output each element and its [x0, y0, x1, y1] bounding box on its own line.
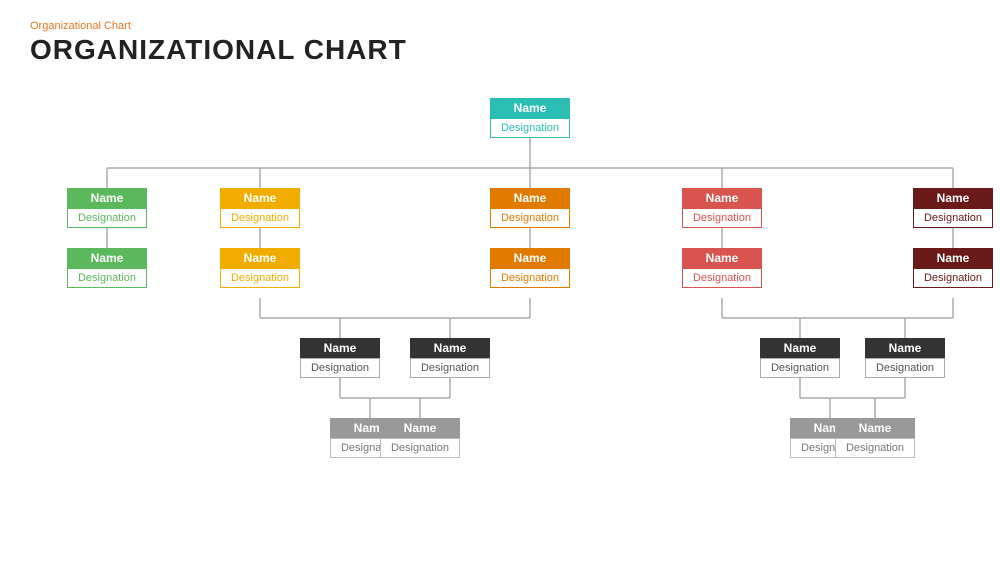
chart-area: Name Designation Name Designation Name D…	[30, 80, 970, 540]
node-l4-4-designation: Designation	[835, 438, 915, 458]
node-l3-1-designation: Designation	[300, 358, 380, 378]
node-l3-3-designation: Designation	[760, 358, 840, 378]
node-l1-5-designation: Designation	[913, 208, 993, 228]
node-l3-2: Name Designation	[410, 338, 490, 378]
subtitle: Organizational Chart	[30, 20, 970, 32]
node-l1-5: Name Designation	[913, 188, 993, 228]
node-l1-4-designation: Designation	[682, 208, 762, 228]
node-l1-2-name: Name	[220, 188, 300, 208]
node-l4-2: Name Designation	[380, 418, 460, 458]
node-l2-2-name: Name	[220, 248, 300, 268]
node-l2-4-name: Name	[682, 248, 762, 268]
node-l2-3: Name Designation	[490, 248, 570, 288]
node-root: Name Designation	[490, 98, 570, 138]
node-l2-2-designation: Designation	[220, 268, 300, 288]
node-l3-4-designation: Designation	[865, 358, 945, 378]
node-l2-1-designation: Designation	[67, 268, 147, 288]
node-l3-4: Name Designation	[865, 338, 945, 378]
node-root-designation: Designation	[490, 118, 570, 138]
node-l2-3-designation: Designation	[490, 268, 570, 288]
page: Organizational Chart ORGANIZATIONAL CHAR…	[0, 0, 1000, 563]
node-l2-3-name: Name	[490, 248, 570, 268]
node-l1-1: Name Designation	[67, 188, 147, 228]
node-l3-2-designation: Designation	[410, 358, 490, 378]
node-l3-2-name: Name	[410, 338, 490, 358]
node-l4-4-name: Name	[835, 418, 915, 438]
node-l2-5-name: Name	[913, 248, 993, 268]
node-l2-4: Name Designation	[682, 248, 762, 288]
connectors-svg	[30, 80, 970, 540]
node-l2-1-name: Name	[67, 248, 147, 268]
node-l1-1-name: Name	[67, 188, 147, 208]
node-l1-5-name: Name	[913, 188, 993, 208]
node-l1-4-name: Name	[682, 188, 762, 208]
node-l1-4: Name Designation	[682, 188, 762, 228]
node-l3-3: Name Designation	[760, 338, 840, 378]
node-l4-2-name: Name	[380, 418, 460, 438]
node-l3-4-name: Name	[865, 338, 945, 358]
main-title: ORGANIZATIONAL CHART	[30, 34, 970, 66]
node-l1-2: Name Designation	[220, 188, 300, 228]
node-l3-3-name: Name	[760, 338, 840, 358]
node-l3-1-name: Name	[300, 338, 380, 358]
node-l1-3-name: Name	[490, 188, 570, 208]
node-l2-2: Name Designation	[220, 248, 300, 288]
node-l2-5: Name Designation	[913, 248, 993, 288]
node-root-name: Name	[490, 98, 570, 118]
node-l2-1: Name Designation	[67, 248, 147, 288]
node-l1-3: Name Designation	[490, 188, 570, 228]
node-l1-3-designation: Designation	[490, 208, 570, 228]
node-l4-2-designation: Designation	[380, 438, 460, 458]
node-l2-4-designation: Designation	[682, 268, 762, 288]
node-l4-4: Name Designation	[835, 418, 915, 458]
node-l1-1-designation: Designation	[67, 208, 147, 228]
node-l2-5-designation: Designation	[913, 268, 993, 288]
node-l3-1: Name Designation	[300, 338, 380, 378]
node-l1-2-designation: Designation	[220, 208, 300, 228]
